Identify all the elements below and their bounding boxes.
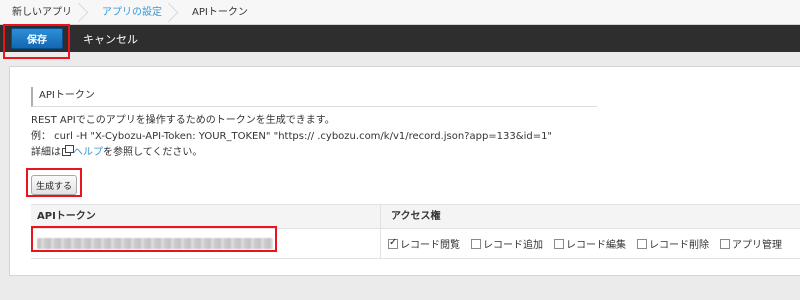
perm-label: レコード削除 — [649, 240, 709, 251]
perm-record-edit[interactable]: レコード編集 — [554, 236, 626, 251]
curl-example-text: 例： curl -H "X-Cybozu-API-Token: YOUR_TOK… — [31, 131, 553, 142]
description-text: REST APIでこのアプリを操作するためのトークンを生成できます。 — [31, 115, 335, 126]
section-title: APIトークン — [31, 87, 597, 107]
checkbox-record-delete[interactable] — [637, 238, 647, 249]
action-toolbar: 保存 キャンセル — [0, 25, 800, 52]
checkbox-record-view[interactable] — [388, 237, 398, 249]
section-description: REST APIでこのアプリを操作するためのトークンを生成できます。 例： cu… — [31, 113, 552, 161]
table-row: レコード閲覧 レコード追加 レコード編集 レコード削除 アプリ管理 — [31, 228, 800, 259]
header-access-rights: アクセス権 — [391, 211, 441, 222]
external-window-icon — [62, 145, 74, 156]
detail-suffix: を参照してください。 — [103, 147, 203, 158]
help-link[interactable]: ヘルプ — [73, 147, 103, 158]
checkbox-app-admin[interactable] — [720, 238, 730, 249]
breadcrumb-item-api-token: APIトークン — [192, 6, 248, 18]
perm-label: レコード追加 — [483, 240, 543, 251]
cancel-button[interactable]: キャンセル — [83, 31, 138, 47]
save-button[interactable]: 保存 — [11, 28, 63, 49]
permissions-cell: レコード閲覧 レコード追加 レコード編集 レコード削除 アプリ管理 — [381, 236, 793, 251]
breadcrumb: 新しいアプリ アプリの設定 APIトークン — [0, 0, 800, 25]
perm-app-admin[interactable]: アプリ管理 — [720, 236, 782, 251]
detail-prefix: 詳細は — [31, 147, 61, 158]
generate-button[interactable]: 生成する — [31, 175, 77, 195]
breadcrumb-item-new-app[interactable]: 新しいアプリ — [0, 0, 90, 25]
perm-label: アプリ管理 — [732, 240, 782, 251]
breadcrumb-item-app-settings[interactable]: アプリの設定 — [90, 0, 180, 25]
token-value-redacted — [37, 238, 273, 249]
perm-label: レコード編集 — [566, 240, 626, 251]
token-cell — [31, 228, 381, 259]
perm-label: レコード閲覧 — [400, 240, 460, 251]
token-table: APIトークン アクセス権 レコード閲覧 レコード追加 レコード編集 レコード削… — [31, 204, 800, 259]
api-token-panel: APIトークン REST APIでこのアプリを操作するためのトークンを生成できま… — [9, 66, 800, 276]
checkbox-record-add[interactable] — [471, 238, 481, 249]
table-header: APIトークン アクセス権 — [31, 204, 800, 229]
perm-record-add[interactable]: レコード追加 — [471, 236, 543, 251]
checkbox-record-edit[interactable] — [554, 238, 564, 249]
perm-record-view[interactable]: レコード閲覧 — [388, 236, 460, 251]
perm-record-delete[interactable]: レコード削除 — [637, 236, 709, 251]
header-api-token: APIトークン — [31, 205, 381, 228]
help-row: 詳細は ヘルプを参照してください。 — [31, 145, 552, 161]
